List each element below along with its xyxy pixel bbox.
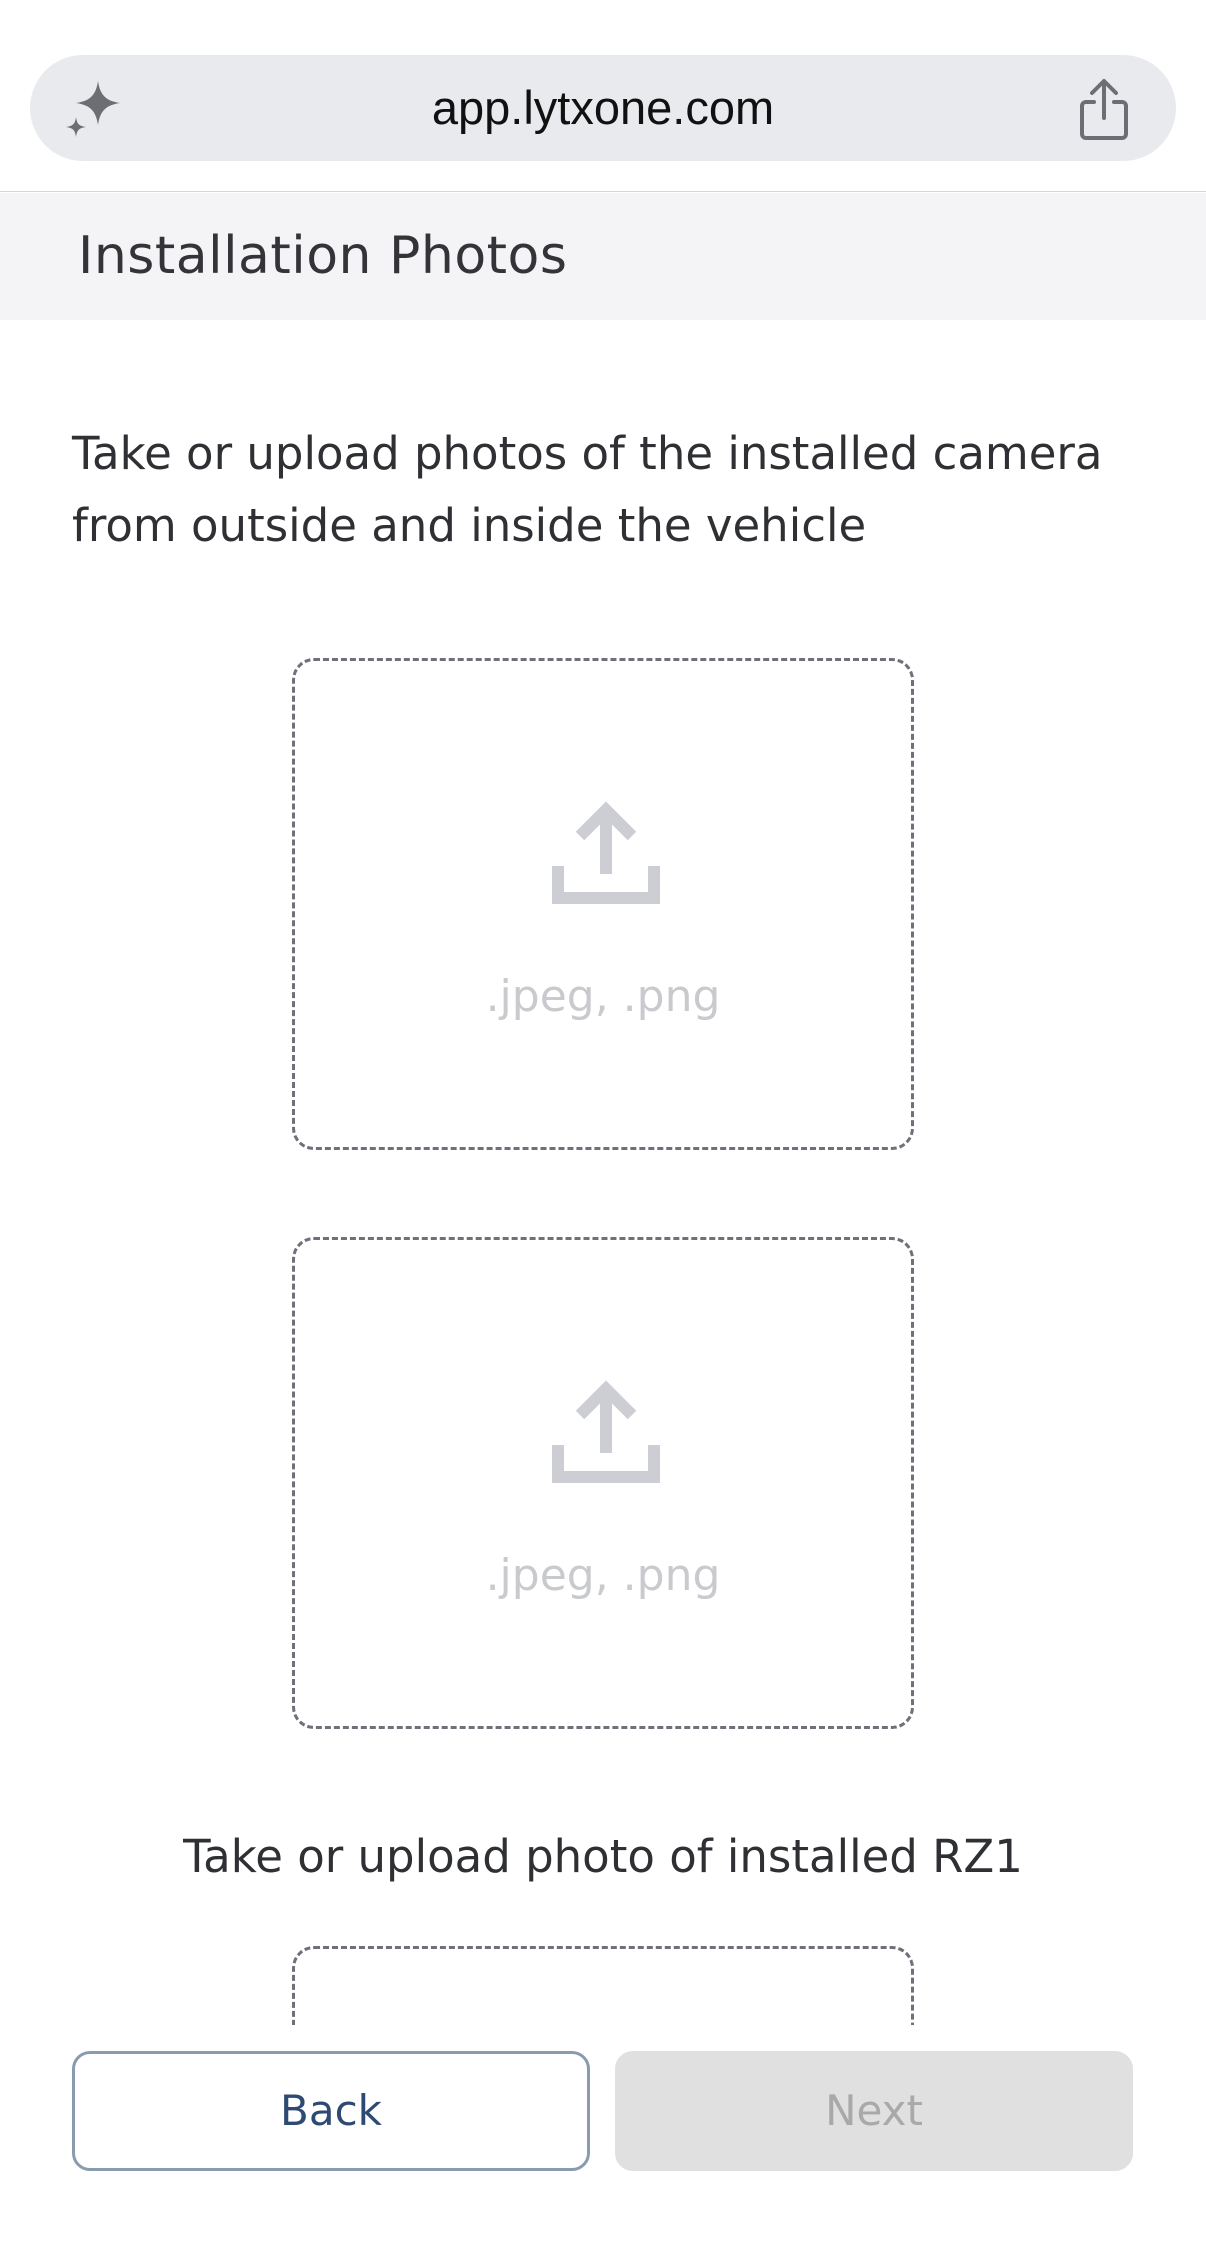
url-bar[interactable]: app.lytxone.com (30, 55, 1176, 161)
page-header: Installation Photos (0, 193, 1206, 320)
next-button[interactable]: Next (615, 2051, 1133, 2171)
url-text[interactable]: app.lytxone.com (30, 55, 1176, 161)
rz1-upload-label: Take or upload photo of installed RZ1 (183, 1830, 1023, 1883)
back-button[interactable]: Back (72, 2051, 590, 2171)
sparkle-icon[interactable] (62, 77, 126, 141)
upload-icon (552, 801, 660, 904)
instructions-text: Take or upload photos of the installed c… (72, 427, 1103, 552)
upload-dropzone-1[interactable]: .jpeg, .png (292, 658, 914, 1150)
browser-chrome: app.lytxone.com (0, 0, 1206, 192)
upload-dropzone-2[interactable]: .jpeg, .png (292, 1237, 914, 1729)
accepted-formats: .jpeg, .png (485, 1550, 721, 1601)
share-icon[interactable] (1076, 78, 1132, 142)
upload-icon (552, 1380, 660, 1483)
page-title: Installation Photos (78, 226, 568, 286)
footer-actions: Back Next (0, 2025, 1206, 2244)
accepted-formats: .jpeg, .png (485, 971, 721, 1022)
page: app.lytxone.com Installation Photos Take… (0, 0, 1206, 2244)
